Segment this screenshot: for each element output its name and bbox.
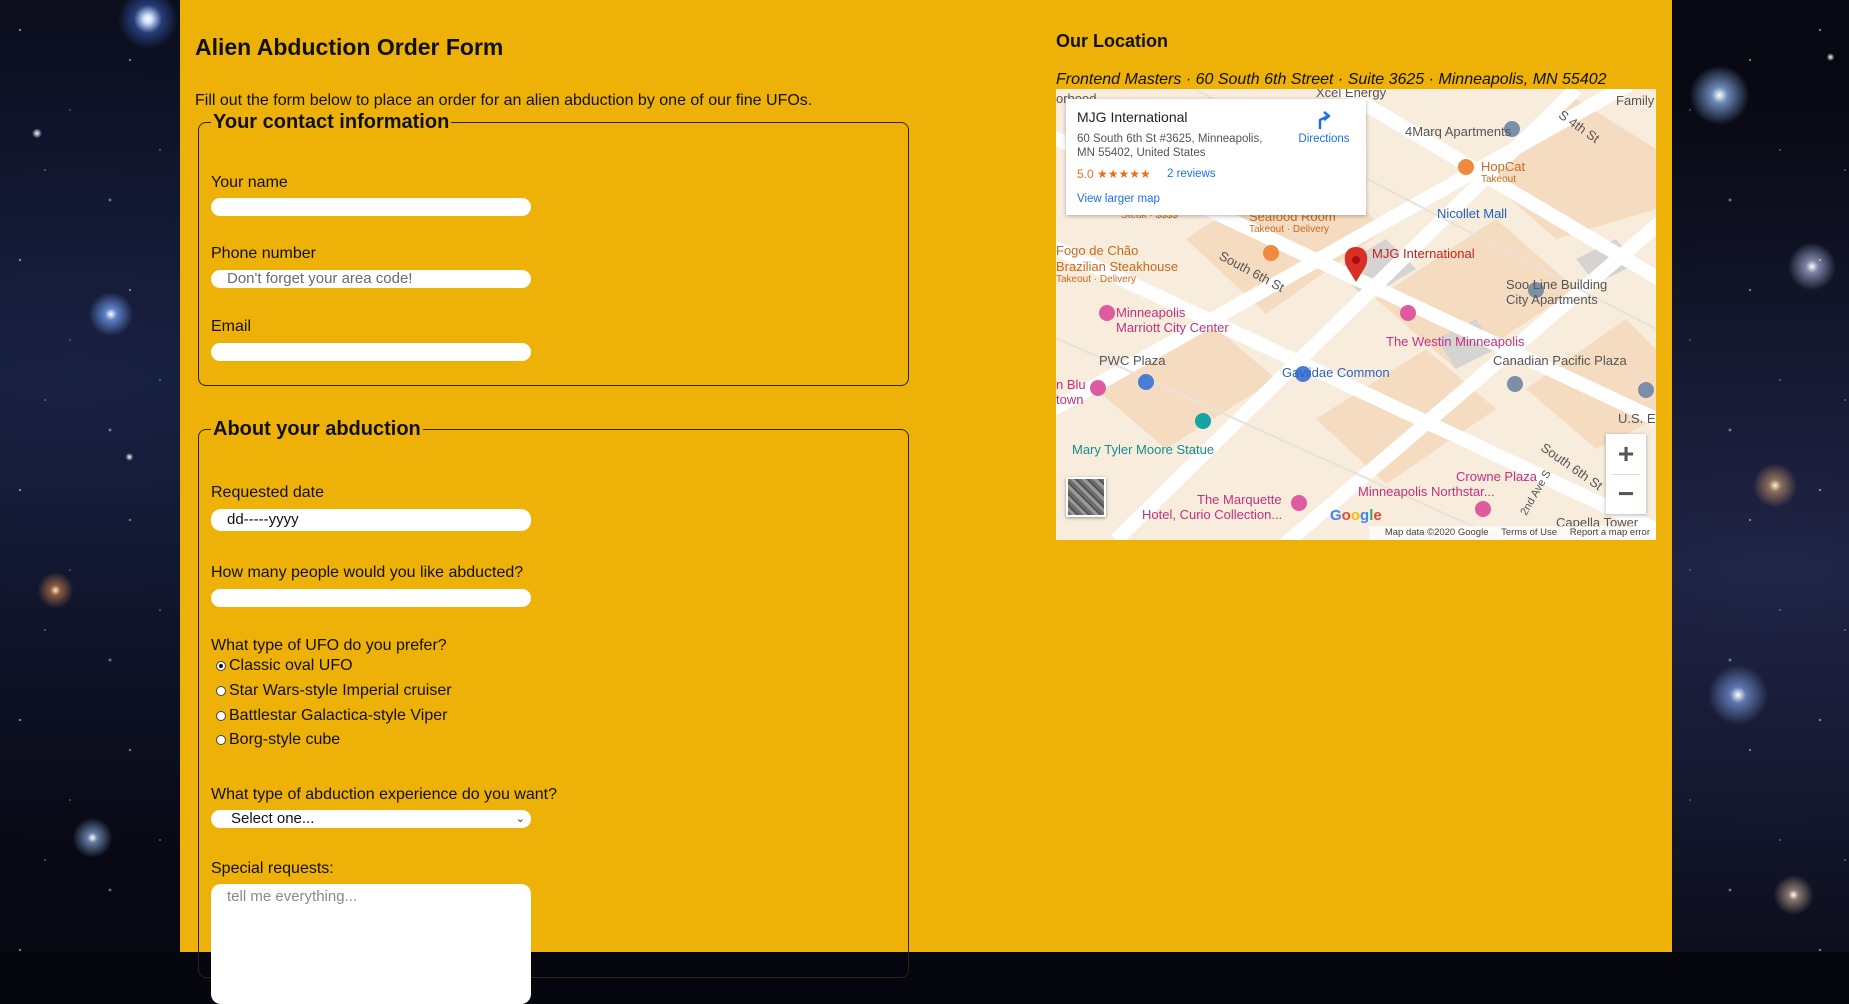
zoom-in-button[interactable]: +	[1606, 434, 1646, 474]
date-label: Requested date	[211, 484, 324, 501]
ufo-option-label: Battlestar Galactica-style Viper	[229, 707, 448, 724]
experience-select-value: Select one...	[231, 810, 315, 827]
place-rating: 5.0 ★★★★★	[1077, 167, 1151, 181]
page-container: Alien Abduction Order Form Fill out the …	[180, 0, 1672, 1004]
requests-textarea[interactable]: tell me everything...	[211, 884, 531, 1004]
report-error-link[interactable]: Report a map error	[1570, 527, 1650, 538]
map-label-fogo2: Brazilian Steakhouse	[1056, 259, 1179, 274]
name-label: Your name	[211, 174, 288, 191]
terms-link[interactable]: Terms of Use	[1501, 527, 1557, 538]
map-label-family: Family	[1616, 93, 1655, 108]
map-label-fogo-sub: Takeout · Delivery	[1056, 274, 1137, 285]
people-label: How many people would you like abducted?	[211, 564, 524, 581]
map-label-hopcat-sub: Takeout	[1481, 174, 1517, 185]
map-label-westin: The Westin Minneapolis	[1386, 334, 1525, 349]
chevron-down-icon: ⌄	[515, 813, 525, 825]
requests-label: Special requests:	[211, 860, 334, 877]
map-label-blu2: town	[1056, 392, 1084, 407]
people-field[interactable]	[211, 589, 531, 607]
ufo-option-classic[interactable]: Classic oval UFO	[216, 657, 353, 675]
directions-button[interactable]: Directions	[1294, 109, 1354, 145]
experience-label: What type of abduction experience do you…	[211, 786, 557, 803]
abduction-legend: About your abduction	[213, 418, 421, 440]
ufo-option-label: Classic oval UFO	[229, 657, 353, 674]
map-label-marriott: Minneapolis	[1116, 305, 1186, 320]
view-larger-map-link[interactable]: View larger map	[1077, 193, 1160, 205]
map-data-text: Map data ©2020 Google	[1384, 527, 1489, 538]
map-label-4marq: 4Marq Apartments	[1405, 124, 1512, 139]
intro-text: Fill out the form below to place an orde…	[195, 92, 813, 109]
map-label-fogo: Fogo de Chão	[1056, 243, 1139, 258]
zoom-out-button[interactable]: −	[1606, 474, 1646, 514]
map-label-nicollet: Nicollet Mall	[1437, 206, 1508, 221]
map-label-mary: Mary Tyler Moore Statue	[1072, 442, 1215, 457]
embedded-map[interactable]: MJG International Nicollet Mall 4Marq Ap…	[1056, 89, 1656, 540]
phone-field[interactable]: Don't forget your area code!	[211, 270, 531, 288]
map-label-marquette: The Marquette	[1197, 492, 1282, 507]
satellite-toggle[interactable]	[1066, 477, 1106, 517]
google-logo: Google	[1330, 507, 1382, 524]
ufo-option-imperial[interactable]: Star Wars-style Imperial cruiser	[216, 682, 452, 700]
map-label-canadian: Canadian Pacific Plaza	[1493, 353, 1627, 368]
zoom-divider	[1612, 474, 1640, 475]
zoom-controls: + −	[1606, 434, 1646, 514]
abduction-fieldset: About your abduction Requested date dd--…	[198, 418, 909, 1004]
ufo-option-borg[interactable]: Borg-style cube	[216, 731, 340, 749]
map-label-marriott2: Marriott City Center	[1116, 320, 1229, 335]
map-label-seafood-sub: Takeout · Delivery	[1249, 224, 1330, 235]
contact-fieldset: Your contact information Your name Phone…	[198, 111, 909, 386]
date-field[interactable]: dd-----yyyy	[211, 509, 531, 531]
location-address: Frontend Masters · 60 South 6th Street ·…	[1056, 71, 1607, 88]
map-label-soo: Soo Line Building	[1506, 277, 1608, 292]
map-label-crowne: Crowne Plaza	[1456, 469, 1537, 484]
email-label: Email	[211, 318, 252, 335]
map-label-blu: n Blu	[1056, 377, 1086, 392]
map-label-soo2: City Apartments	[1506, 292, 1598, 307]
place-address: 60 South 6th St #3625, Minneapolis, MN 5…	[1077, 133, 1263, 159]
marker-label: MJG International	[1372, 246, 1475, 261]
name-field[interactable]	[211, 198, 531, 216]
radio-button-selected[interactable]	[216, 661, 226, 671]
ufo-option-label: Borg-style cube	[229, 731, 341, 748]
map-attribution: Map data ©2020 Google Terms of Use Repor…	[1368, 526, 1656, 540]
email-field[interactable]	[211, 343, 531, 361]
ufo-label: What type of UFO do you prefer?	[211, 637, 447, 654]
map-label-us: U.S. E	[1618, 411, 1656, 426]
map-label-pwc: PWC Plaza	[1099, 353, 1166, 368]
page-title: Alien Abduction Order Form	[195, 34, 504, 60]
phone-label: Phone number	[211, 245, 316, 262]
map-label-hopcat: HopCat	[1481, 159, 1526, 174]
ufo-option-viper[interactable]: Battlestar Galactica-style Viper	[216, 707, 447, 725]
map-label-marquette2: Hotel, Curio Collection...	[1142, 507, 1283, 522]
map-label-gaviidae: Gaviidae Common	[1282, 365, 1390, 380]
experience-select[interactable]: Select one... ⌄	[211, 810, 531, 828]
radio-button[interactable]	[216, 735, 226, 745]
location-title: Our Location	[1056, 31, 1168, 51]
reviews-link[interactable]: 2 reviews	[1167, 168, 1216, 180]
contact-legend: Your contact information	[213, 111, 450, 133]
directions-icon	[1318, 111, 1331, 129]
radio-button[interactable]	[216, 686, 226, 696]
directions-label: Directions	[1298, 133, 1350, 145]
map-label-northstar: Minneapolis Northstar...	[1358, 484, 1495, 499]
radio-button[interactable]	[216, 711, 226, 721]
place-name: MJG International	[1077, 109, 1188, 125]
place-info-card: MJG International 60 South 6th St #3625,…	[1066, 99, 1366, 215]
ufo-option-label: Star Wars-style Imperial cruiser	[229, 682, 452, 699]
